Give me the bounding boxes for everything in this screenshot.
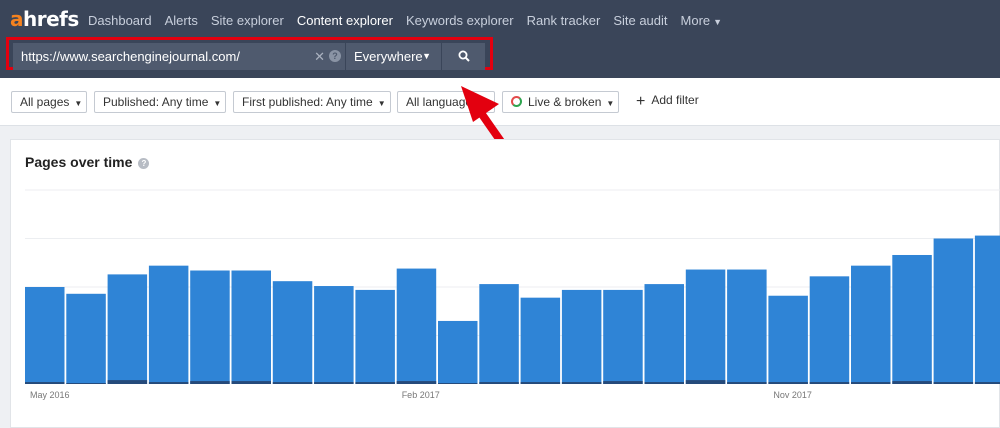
chart-title: Pages over time? xyxy=(25,154,150,170)
published-filter[interactable]: Published: Any time ▼ xyxy=(94,91,226,113)
chart-bar[interactable] xyxy=(727,269,767,384)
chart-bar[interactable] xyxy=(438,320,478,384)
logo-wordmark: hrefs xyxy=(23,7,79,31)
chevron-down-icon: ▼ xyxy=(213,99,222,108)
chart-bar[interactable] xyxy=(561,289,602,384)
add-filter-label: Add filter xyxy=(651,93,699,107)
help-icon[interactable]: ? xyxy=(138,158,150,169)
chart-bar-secondary xyxy=(231,381,271,384)
search-bar: https://www.searchenginejournal.com/ ✕ ?… xyxy=(13,43,485,70)
chart-bar[interactable] xyxy=(272,281,313,384)
chart-bar[interactable] xyxy=(685,269,726,384)
chart-bar-secondary xyxy=(851,382,891,384)
chart-bar[interactable] xyxy=(644,284,685,384)
pages-over-time-chart: May 2016 Feb 2017 Nov 2017 xyxy=(25,189,1000,400)
chart-bar[interactable] xyxy=(148,265,189,384)
chart-bar-secondary xyxy=(561,382,602,384)
chart-bar-secondary xyxy=(190,381,230,384)
nav-more[interactable]: More ▼ xyxy=(681,13,723,28)
chevron-down-icon: ▼ xyxy=(713,17,723,27)
all-pages-filter[interactable]: All pages ▼ xyxy=(11,91,87,113)
chart-bar-secondary xyxy=(148,382,189,384)
main-nav: Dashboard Alerts Site explorer Content expl… xyxy=(88,13,722,28)
nav-site-audit[interactable]: Site audit xyxy=(613,13,667,28)
chart-bar-secondary xyxy=(644,382,684,384)
chart-bar[interactable] xyxy=(933,238,974,385)
chart-bar[interactable] xyxy=(66,293,106,384)
chart-bar-secondary xyxy=(685,380,726,384)
add-filter-button[interactable]: + Add filter xyxy=(636,93,699,111)
plus-icon: + xyxy=(636,93,646,110)
chart-bar-secondary xyxy=(974,382,1000,384)
live-broken-label: Live & broken xyxy=(528,95,602,109)
chart-bar[interactable] xyxy=(809,276,850,384)
chart-bar-secondary xyxy=(396,381,437,384)
chart-title-text: Pages over time xyxy=(25,154,133,170)
chart-bar[interactable] xyxy=(892,254,932,384)
top-navigation-bar: ahrefs Dashboard Alerts Site explorer Conte… xyxy=(0,0,1000,78)
chart-bar-secondary xyxy=(66,383,106,384)
chart-bar[interactable] xyxy=(974,235,1000,384)
clear-icon[interactable]: ✕ xyxy=(314,43,325,70)
search-mode-value: Everywhere xyxy=(354,49,423,64)
published-label: Published: Any time xyxy=(103,95,209,109)
chart-bar-secondary xyxy=(355,382,395,384)
chart-bar[interactable] xyxy=(107,274,148,384)
logo-accent-letter: a xyxy=(10,7,24,31)
x-tick-label: Feb 2017 xyxy=(402,390,440,400)
chevron-down-icon: ▼ xyxy=(377,99,386,108)
pages-over-time-card: May 2016 Feb 2017 Nov 2017 Pages over time… xyxy=(10,139,1000,428)
chart-bar[interactable] xyxy=(231,270,272,384)
help-icon[interactable]: ? xyxy=(329,50,341,62)
search-input-value: https://www.searchenginejournal.com/ xyxy=(21,49,240,64)
nav-dashboard[interactable]: Dashboard xyxy=(88,13,152,28)
chart-bar[interactable] xyxy=(396,268,437,384)
chevron-down-icon: ▼ xyxy=(422,51,431,61)
chart-bar[interactable] xyxy=(25,287,65,384)
chart-bar-secondary xyxy=(603,381,643,384)
search-icon xyxy=(458,50,470,62)
chart-bar[interactable] xyxy=(479,284,519,384)
chart-bar-secondary xyxy=(479,382,519,384)
chart-bar[interactable] xyxy=(314,286,354,384)
chart-bar-secondary xyxy=(314,382,354,384)
nav-keywords-explorer[interactable]: Keywords explorer xyxy=(406,13,514,28)
first-published-filter[interactable]: First published: Any time ▼ xyxy=(233,91,391,113)
nav-alerts[interactable]: Alerts xyxy=(165,13,198,28)
chart-bar[interactable] xyxy=(603,289,643,384)
search-highlight-box: https://www.searchenginejournal.com/ ✕ ?… xyxy=(6,37,493,70)
nav-rank-tracker[interactable]: Rank tracker xyxy=(527,13,601,28)
first-published-label: First published: Any time xyxy=(242,95,373,109)
chart-bar-secondary xyxy=(107,380,148,384)
chart-bar-secondary xyxy=(727,382,767,384)
nav-content-explorer[interactable]: Content explorer xyxy=(297,13,393,28)
chart-bar[interactable] xyxy=(768,295,808,384)
chart-bar-secondary xyxy=(520,382,561,384)
x-tick-label: May 2016 xyxy=(30,390,70,400)
chevron-down-icon: ▼ xyxy=(606,99,615,108)
chart-bar-secondary xyxy=(272,382,313,384)
chart-bar[interactable] xyxy=(851,265,891,384)
chart-bar-secondary xyxy=(933,382,974,384)
chart-bar[interactable] xyxy=(520,297,561,384)
chevron-down-icon: ▼ xyxy=(74,99,83,108)
nav-more-label: More xyxy=(680,13,711,28)
chart-bar[interactable] xyxy=(355,289,395,384)
chart-bar-secondary xyxy=(25,382,65,384)
nav-site-explorer[interactable]: Site explorer xyxy=(211,13,284,28)
chart-bar-secondary xyxy=(809,382,850,384)
all-pages-label: All pages xyxy=(20,95,70,109)
url-search-input[interactable]: https://www.searchenginejournal.com/ ✕ ? xyxy=(13,43,345,70)
chart-bar-secondary xyxy=(768,382,808,384)
chart-bar-secondary xyxy=(892,381,932,384)
search-mode-select[interactable]: Everywhere ▼ xyxy=(345,43,441,70)
ahrefs-logo[interactable]: ahrefs xyxy=(10,7,79,31)
search-button[interactable] xyxy=(441,43,485,70)
x-tick-label: Nov 2017 xyxy=(773,390,812,400)
chart-bar-secondary xyxy=(438,383,478,384)
chart-bar[interactable] xyxy=(190,270,230,384)
